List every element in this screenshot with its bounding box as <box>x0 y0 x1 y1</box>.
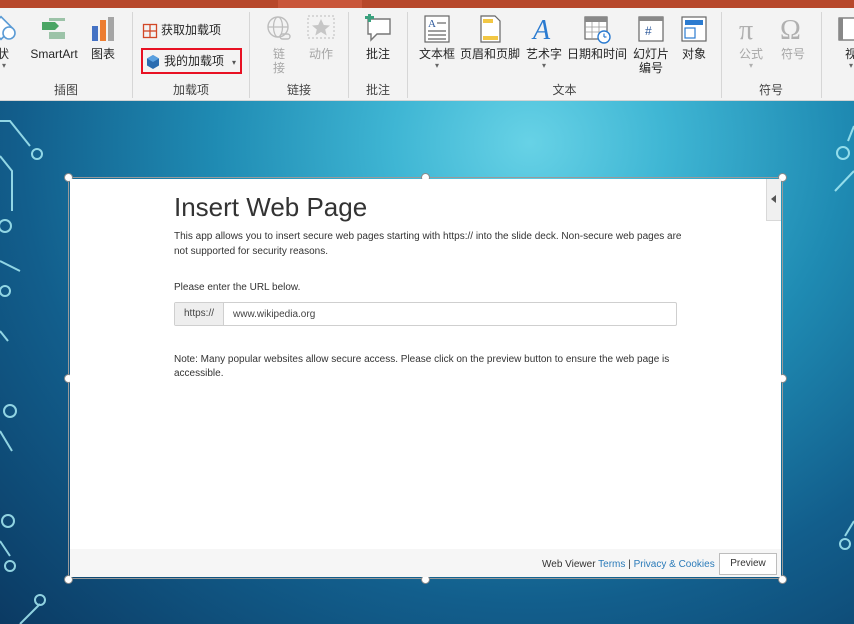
object-label: 对象 <box>681 47 706 61</box>
wordart-dropdown-icon: ▾ <box>541 61 546 70</box>
ribbon: 形状 ▾ SmartArt 图表 插图 <box>0 8 854 101</box>
chart-button[interactable]: 图表 <box>88 14 118 61</box>
svg-text:π: π <box>739 15 753 44</box>
header-footer-button[interactable]: 页眉和页脚 <box>460 14 520 61</box>
equation-button[interactable]: π 公式 ▾ <box>734 14 768 70</box>
equation-dropdown-icon: ▾ <box>748 61 753 70</box>
shapes-dropdown-icon: ▾ <box>1 61 6 70</box>
url-input[interactable] <box>225 303 675 325</box>
ribbon-group-symbols: π 公式 ▾ Ω 符号 符号 <box>722 8 820 101</box>
video-dropdown-icon: ▾ <box>848 61 853 70</box>
comment-label: 批注 <box>365 47 390 61</box>
ribbon-group-media: 视 ▾ <box>822 8 854 101</box>
footer-brand: Web Viewer <box>542 559 596 570</box>
group-label-addins: 加载项 <box>172 83 209 97</box>
get-addins-button[interactable]: 获取加载项 <box>142 19 221 41</box>
wordart-label: 艺术字 <box>525 47 562 61</box>
datetime-button[interactable]: 日期和时间 <box>565 14 629 61</box>
slide-number-button[interactable]: # 幻灯片 编号 <box>630 14 672 75</box>
textbox-icon: A <box>424 15 450 43</box>
symbol-button[interactable]: Ω 符号 <box>776 14 810 61</box>
preview-button[interactable]: Preview <box>719 553 777 575</box>
active-tab-hint <box>278 0 362 8</box>
wordart-button[interactable]: A 艺术字 ▾ <box>522 14 566 70</box>
url-prefix: https:// <box>175 303 224 325</box>
smartart-button[interactable]: SmartArt <box>26 14 82 61</box>
wordart-icon: A <box>531 15 551 44</box>
comment-icon <box>365 14 391 42</box>
my-addins-label: 我的加载项 <box>164 54 225 68</box>
star-action-icon <box>307 15 335 39</box>
chart-icon <box>92 17 114 41</box>
equation-label: 公式 <box>738 47 763 61</box>
pi-icon: π <box>739 15 753 44</box>
group-label-links: 链接 <box>286 83 311 97</box>
ribbon-group-links: 链 接 动作 链接 <box>250 8 348 101</box>
link-label-2: 接 <box>272 61 285 75</box>
smartart-icon <box>42 18 65 39</box>
ribbon-group-comments: 批注 批注 <box>349 8 407 101</box>
globe-link-icon <box>267 16 291 40</box>
get-addins-label: 获取加载项 <box>161 23 222 37</box>
chevron-down-icon: ▾ <box>232 58 237 67</box>
svg-text:A: A <box>531 15 551 44</box>
textbox-dropdown-icon: ▾ <box>434 61 439 70</box>
group-label-comments: 批注 <box>365 83 390 97</box>
group-label-text: 文本 <box>552 83 577 97</box>
omega-icon: Ω <box>780 15 801 44</box>
my-addins-icon <box>147 54 159 69</box>
link-button[interactable]: 链 接 <box>262 14 296 75</box>
slide-number-label-2: 编号 <box>638 61 663 75</box>
textbox-button[interactable]: A 文本框 ▾ <box>416 14 458 70</box>
textbox-label: 文本框 <box>418 47 455 61</box>
header-footer-label: 页眉和页脚 <box>460 47 521 61</box>
shapes-label: 形状 <box>0 47 9 61</box>
addin-description: This app allows you to insert secure web… <box>174 231 682 257</box>
url-prompt: Please enter the URL below. <box>174 282 301 293</box>
group-label-illustrations: 插图 <box>53 83 78 97</box>
comment-button[interactable]: 批注 <box>362 14 394 61</box>
ribbon-group-illustrations: 形状 ▾ SmartArt 图表 插图 <box>0 8 132 101</box>
shapes-button[interactable]: 形状 ▾ <box>0 14 20 70</box>
link-label-1: 链 <box>272 47 285 61</box>
title-bar-strip <box>0 0 854 8</box>
my-addins-button[interactable]: 我的加载项 ▾ <box>141 48 243 74</box>
store-icon <box>142 23 158 38</box>
datetime-label: 日期和时间 <box>566 47 627 61</box>
privacy-link[interactable]: Privacy & Cookies <box>634 559 715 570</box>
header-footer-icon <box>480 15 501 43</box>
collapse-arrow-icon <box>771 195 776 203</box>
video-button[interactable]: 视 ▾ <box>836 14 854 70</box>
ribbon-group-addins: 获取加载项 我的加载项 ▾ 加载项 <box>133 8 249 101</box>
url-input-group: https:// <box>174 302 677 326</box>
page-title: Insert Web Page <box>174 192 368 222</box>
slide-number-icon: # <box>638 16 664 42</box>
terms-link[interactable]: Terms <box>598 559 625 570</box>
shapes-icon <box>0 15 16 41</box>
video-label: 视 <box>844 47 854 61</box>
svg-text:Ω: Ω <box>780 15 801 44</box>
footer-links: Web Viewer Terms | Privacy & Cookies <box>542 559 715 570</box>
calendar-clock-icon <box>584 16 611 44</box>
group-label-symbols: 符号 <box>758 83 783 97</box>
smartart-label: SmartArt <box>30 47 78 61</box>
video-icon <box>838 17 854 41</box>
symbol-label: 符号 <box>780 47 805 61</box>
object-button[interactable]: 对象 <box>676 14 712 61</box>
svg-text:#: # <box>645 24 652 38</box>
action-label: 动作 <box>308 47 333 61</box>
object-icon <box>681 16 707 42</box>
collapse-panel-button[interactable] <box>766 179 781 221</box>
chart-label: 图表 <box>90 47 115 61</box>
action-button[interactable]: 动作 <box>304 14 338 61</box>
addin-note: Note: Many popular websites allow secure… <box>174 354 670 379</box>
footer-separator: | <box>628 559 631 570</box>
ribbon-group-text: A 文本框 ▾ 页眉和页脚 A 艺术字 ▾ 日期和时间 # 幻灯片 编号 对象 … <box>408 8 721 101</box>
slide-number-label-1: 幻灯片 <box>632 47 669 61</box>
svg-text:A: A <box>428 18 436 30</box>
